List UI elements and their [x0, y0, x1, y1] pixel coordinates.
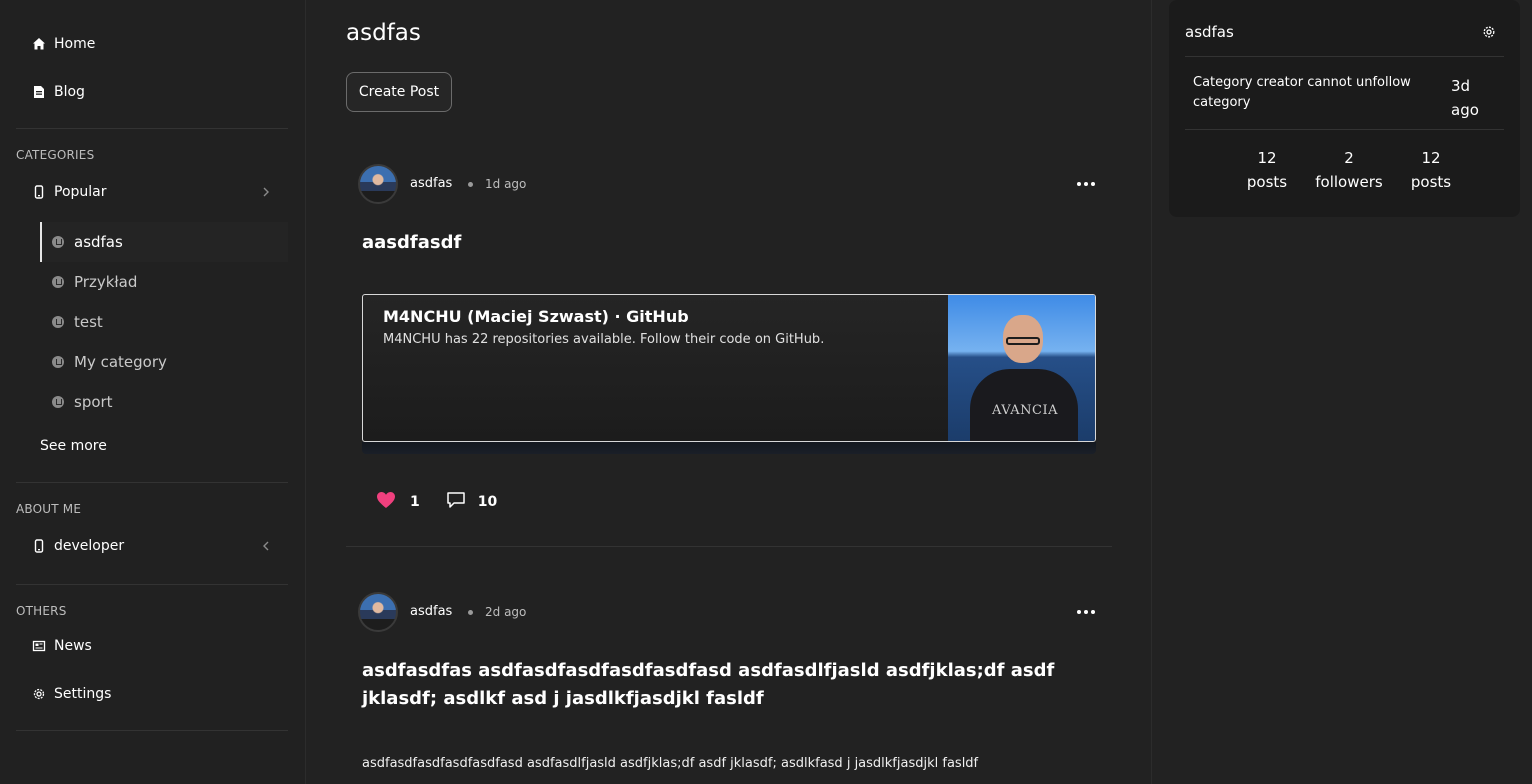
stat-value: 12	[1421, 149, 1441, 167]
category-icon	[52, 236, 64, 248]
category-icon	[52, 356, 64, 368]
news-icon	[32, 639, 46, 653]
main-feed: asdfas Create Post asdfas 1d ago aasdfas…	[306, 0, 1152, 784]
sidebar-item-developer-label: developer	[54, 538, 125, 554]
see-more-link[interactable]: See more	[40, 438, 107, 454]
sidebar-category-label: My category	[74, 353, 167, 371]
category-icon	[52, 276, 64, 288]
sidebar-category-label: test	[74, 313, 103, 331]
sidebar-item-home-label: Home	[54, 36, 96, 52]
stat-label: posts	[1410, 173, 1452, 191]
sidebar-category-label: sport	[74, 393, 113, 411]
blog-icon	[32, 85, 46, 99]
post-reactions: 1 10	[376, 490, 497, 514]
avatar[interactable]	[358, 164, 398, 204]
panel-title: asdfas	[1185, 23, 1234, 41]
separator-dot	[468, 182, 473, 187]
stat-posts-2: 12 posts	[1393, 146, 1469, 194]
sidebar-category-sport[interactable]: sport	[40, 382, 288, 422]
sidebar-item-popular-label: Popular	[54, 184, 107, 200]
sidebar-category-asdfas[interactable]: asdfas	[40, 222, 288, 262]
heart-icon	[376, 491, 396, 513]
category-stats: 12 posts 2 followers 12 posts	[1229, 146, 1469, 194]
post-title[interactable]: aasdfasdf	[362, 229, 1102, 257]
photo-glasses	[1006, 337, 1040, 345]
phone-icon	[32, 185, 46, 199]
gear-icon[interactable]	[1482, 24, 1496, 38]
sidebar-category-my-category[interactable]: My category	[40, 342, 288, 382]
category-icon	[52, 316, 64, 328]
link-preview-description: M4NCHU has 22 repositories available. Fo…	[383, 332, 825, 347]
stat-posts: 12 posts	[1229, 146, 1305, 194]
post-body: asdfasdfasdfasdfasdfasd asdfasdlfjasld a…	[362, 756, 979, 771]
chevron-left-icon	[260, 540, 272, 552]
avatar[interactable]	[358, 592, 398, 632]
categories-section-title: CATEGORIES	[16, 148, 95, 162]
more-options-icon[interactable]	[1074, 174, 1098, 194]
unfollow-notice: Category creator cannot unfollow categor…	[1193, 75, 1411, 110]
sidebar-item-popular[interactable]: Popular	[16, 174, 288, 210]
post-divider	[346, 546, 1112, 547]
sidebar: Home Blog CATEGORIES Popular asdfas Przy	[0, 0, 306, 784]
app-root: Home Blog CATEGORIES Popular asdfas Przy	[0, 0, 1532, 784]
comment-count: 10	[477, 494, 498, 510]
phone-icon	[32, 539, 46, 553]
home-icon	[32, 37, 46, 51]
separator-dot	[468, 610, 473, 615]
create-post-button[interactable]: Create Post	[346, 72, 452, 112]
panel-divider	[1185, 56, 1504, 57]
sidebar-divider	[16, 730, 288, 731]
chevron-right-icon	[260, 186, 272, 198]
sidebar-item-developer[interactable]: developer	[16, 528, 288, 564]
notice-time-value: 3d	[1451, 77, 1471, 95]
comment-icon	[446, 491, 466, 513]
sidebar-category-label: asdfas	[74, 233, 123, 251]
sidebar-category-test[interactable]: test	[40, 302, 288, 342]
notice-time-unit: ago	[1451, 101, 1479, 119]
post-header: asdfas 2d ago	[358, 592, 1098, 632]
stat-followers: 2 followers	[1311, 146, 1387, 194]
category-icon	[52, 396, 64, 408]
post-header: asdfas 1d ago	[358, 164, 1098, 204]
page-title: asdfas	[346, 20, 421, 46]
post-author[interactable]: asdfas	[410, 176, 452, 191]
link-preview-backdrop	[362, 442, 1096, 454]
notice-time: 3d ago	[1451, 74, 1491, 122]
post-title[interactable]: asdfasdfas asdfasdfasdfasdfasdfasd asdfa…	[362, 657, 1102, 713]
photo-shirt-text: AVANCIA	[992, 403, 1058, 418]
sidebar-divider	[16, 128, 288, 129]
sidebar-item-blog[interactable]: Blog	[16, 74, 288, 110]
panel-divider	[1185, 129, 1504, 130]
sidebar-item-home[interactable]: Home	[16, 26, 288, 62]
sidebar-item-news-label: News	[54, 638, 92, 654]
post-time: 2d ago	[485, 605, 527, 619]
sidebar-item-blog-label: Blog	[54, 84, 85, 100]
post-time: 1d ago	[485, 177, 527, 191]
link-preview-card[interactable]: M4NCHU (Maciej Szwast) · GitHub M4NCHU h…	[362, 294, 1096, 442]
others-section-title: OTHERS	[16, 604, 67, 618]
sidebar-divider	[16, 584, 288, 585]
sidebar-category-przyklad[interactable]: Przykład	[40, 262, 288, 302]
sidebar-item-news[interactable]: News	[16, 628, 288, 664]
gear-icon	[32, 687, 46, 701]
category-info-panel: asdfas Category creator cannot unfollow …	[1169, 0, 1520, 217]
post-author[interactable]: asdfas	[410, 604, 452, 619]
stat-value: 2	[1344, 149, 1354, 167]
comment-button[interactable]: 10	[446, 491, 497, 513]
about-section-title: ABOUT ME	[16, 502, 82, 516]
more-options-icon[interactable]	[1074, 602, 1098, 622]
sidebar-category-label: Przykład	[74, 273, 138, 291]
like-count: 1	[410, 494, 420, 510]
stat-label: posts	[1246, 173, 1288, 191]
like-button[interactable]: 1	[376, 491, 420, 513]
sidebar-divider	[16, 482, 288, 483]
sidebar-item-settings-label: Settings	[54, 686, 112, 702]
stat-value: 12	[1257, 149, 1277, 167]
link-preview-image: AVANCIA	[948, 295, 1095, 441]
sidebar-item-settings[interactable]: Settings	[16, 676, 288, 712]
stat-label: followers	[1315, 173, 1383, 191]
link-preview-title: M4NCHU (Maciej Szwast) · GitHub	[383, 307, 689, 326]
